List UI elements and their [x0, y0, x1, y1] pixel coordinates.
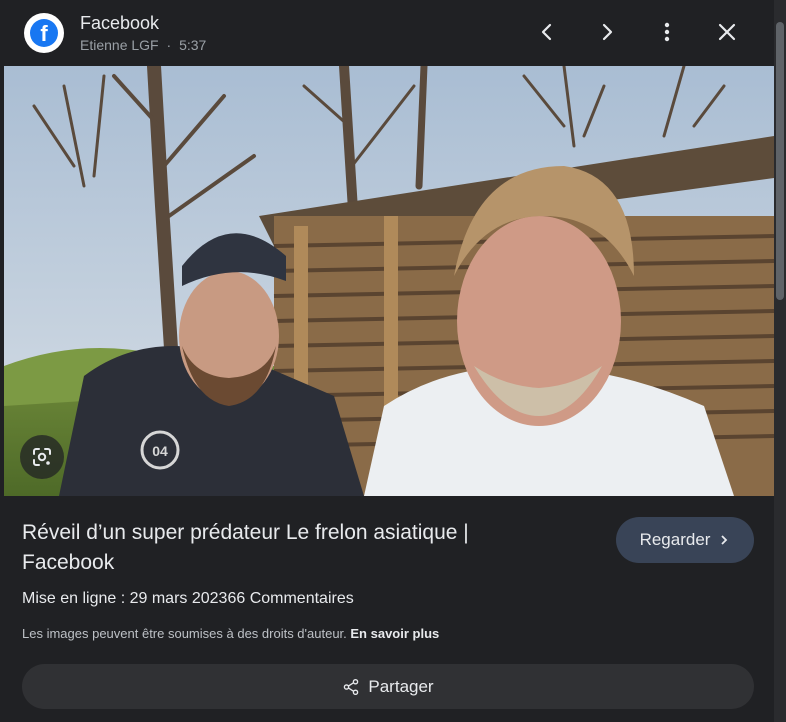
- close-icon: [718, 23, 736, 41]
- shirt-print: 04: [152, 443, 168, 459]
- result-title[interactable]: Réveil d’un super prédateur Le frelon as…: [22, 518, 542, 578]
- previous-button[interactable]: [529, 14, 565, 50]
- share-button-label: Partager: [368, 676, 434, 696]
- share-icon: [344, 678, 359, 695]
- preview-photo: 04: [4, 66, 774, 496]
- meta-separator: ·: [166, 37, 172, 53]
- watch-button[interactable]: Regarder: [616, 517, 754, 563]
- scrollbar-thumb[interactable]: [776, 22, 784, 300]
- image-viewer-panel: f Facebook Etienne LGF · 5:37 04 Réveil …: [0, 0, 774, 722]
- viewer-header: f Facebook Etienne LGF · 5:37: [0, 0, 774, 66]
- scrollbar[interactable]: [774, 0, 786, 722]
- chevron-right-icon: [602, 23, 613, 41]
- preview-image[interactable]: 04: [4, 66, 774, 496]
- google-lens-button[interactable]: [20, 435, 64, 479]
- upload-info: Mise en ligne : 29 mars 202366 Commentai…: [22, 590, 354, 607]
- close-button[interactable]: [709, 14, 745, 50]
- google-lens-icon: [33, 448, 51, 466]
- source-name[interactable]: Facebook: [80, 13, 159, 34]
- video-duration: 5:37: [179, 37, 207, 53]
- more-vert-icon: [664, 22, 670, 42]
- copyright-notice: Les images peuvent être soumises à des d…: [22, 626, 439, 641]
- more-options-button[interactable]: [649, 14, 685, 50]
- learn-more-link[interactable]: En savoir plus: [350, 626, 439, 641]
- next-button[interactable]: [589, 14, 625, 50]
- author-name: Etienne LGF: [80, 37, 159, 53]
- copyright-text: Les images peuvent être soumises à des d…: [22, 626, 351, 641]
- facebook-logo: f: [24, 13, 64, 53]
- share-button[interactable]: Partager: [22, 664, 754, 709]
- watch-button-label: Regarder: [639, 530, 711, 549]
- chevron-left-icon: [541, 23, 552, 41]
- source-meta: Etienne LGF · 5:37: [80, 37, 206, 53]
- chevron-right-icon: [721, 535, 728, 545]
- facebook-logo-letter: f: [30, 19, 58, 47]
